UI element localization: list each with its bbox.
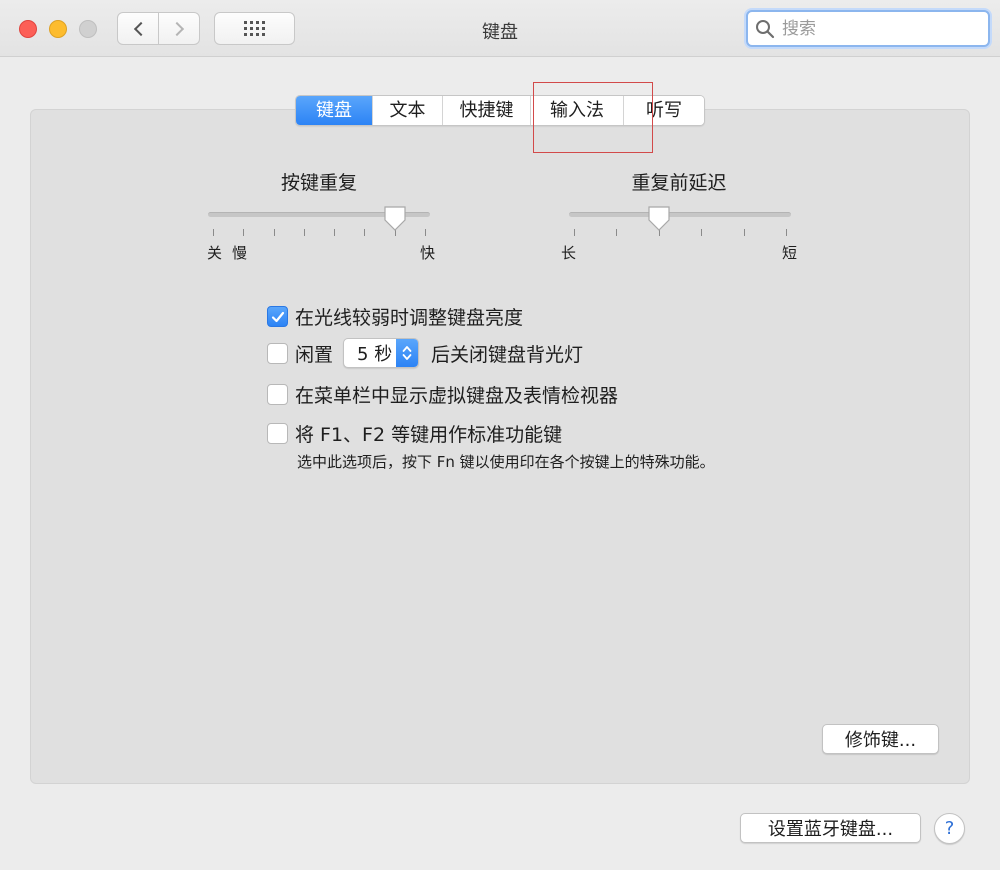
backlight-off-prefix: 闲置 — [295, 343, 334, 366]
delay-until-repeat-tick — [574, 229, 575, 236]
show-viewer-checkbox[interactable] — [267, 384, 288, 405]
search-field[interactable] — [746, 10, 990, 47]
fn-keys-checkbox[interactable] — [267, 423, 288, 444]
magnifier-icon — [748, 12, 782, 45]
setup-bluetooth-keyboard-button[interactable]: 设置蓝牙键盘... — [740, 813, 921, 843]
key-repeat-tick — [273, 229, 275, 236]
delay-until-repeat-slider-thumb[interactable] — [647, 205, 671, 232]
delay-until-repeat-tick — [616, 229, 618, 236]
backlight-off-suffix: 后关闭键盘背光灯 — [431, 343, 584, 366]
key-repeat-tick — [243, 229, 245, 236]
delay-label-long: 长 — [561, 244, 577, 262]
fn-keys-label: 将 F1、F2 等键用作标准功能键 — [295, 424, 563, 446]
key-repeat-label-off: 关 — [207, 244, 223, 262]
key-repeat-tick — [303, 229, 305, 236]
modifier-keys-button[interactable]: 修饰键... — [822, 724, 939, 754]
delay-label-short: 短 — [782, 244, 798, 262]
tab-bar: 键盘 文本 快捷键 输入法 听写 — [295, 95, 705, 126]
option-fn-keys: 将 F1、F2 等键用作标准功能键 — [267, 420, 562, 447]
key-repeat-tick — [364, 229, 366, 236]
key-repeat-tick — [334, 229, 336, 236]
option-show-viewer: 在菜单栏中显示虚拟键盘及表情检视器 — [267, 381, 618, 408]
adjust-brightness-checkbox[interactable] — [267, 306, 288, 327]
tab-shortcuts[interactable]: 快捷键 — [443, 96, 531, 125]
tab-dictation[interactable]: 听写 — [624, 96, 704, 125]
title-bar: 键盘 — [0, 0, 1000, 57]
delay-until-repeat-tick — [743, 229, 745, 236]
delay-until-repeat-tick — [701, 229, 703, 236]
key-repeat-label-fast: 快 — [420, 244, 436, 262]
key-repeat-title: 按键重复 — [280, 172, 357, 194]
tab-text[interactable]: 文本 — [373, 96, 443, 125]
show-viewer-label: 在菜单栏中显示虚拟键盘及表情检视器 — [295, 385, 619, 407]
adjust-brightness-label: 在光线较弱时调整键盘亮度 — [295, 307, 524, 329]
backlight-off-checkbox[interactable] — [267, 342, 288, 364]
delay-until-repeat-title: 重复前延迟 — [631, 172, 727, 194]
checkmark-icon — [271, 311, 284, 322]
search-input[interactable] — [782, 18, 972, 39]
key-repeat-label-slow: 慢 — [232, 244, 248, 262]
key-repeat-slider-thumb[interactable] — [383, 205, 407, 232]
idle-time-popup[interactable]: 5 秒 — [343, 338, 420, 368]
key-repeat-tick — [213, 229, 214, 236]
tab-input-sources[interactable]: 输入法 — [531, 96, 624, 125]
delay-until-repeat-track[interactable] — [569, 212, 791, 217]
tab-keyboard[interactable]: 键盘 — [296, 96, 373, 125]
key-repeat-tick — [425, 229, 426, 236]
help-button[interactable]: ? — [934, 813, 965, 844]
popup-arrows-icon — [396, 339, 419, 367]
option-adjust-brightness: 在光线较弱时调整键盘亮度 — [267, 303, 523, 330]
delay-until-repeat-tick — [786, 229, 787, 236]
idle-time-value: 5 秒 — [357, 344, 393, 365]
option-backlight-off: 闲置 5 秒 后关闭键盘背光灯 — [267, 338, 583, 368]
fn-keys-hint: 选中此选项后，按下 Fn 键以使用印在各个按键上的特殊功能。 — [297, 453, 715, 471]
